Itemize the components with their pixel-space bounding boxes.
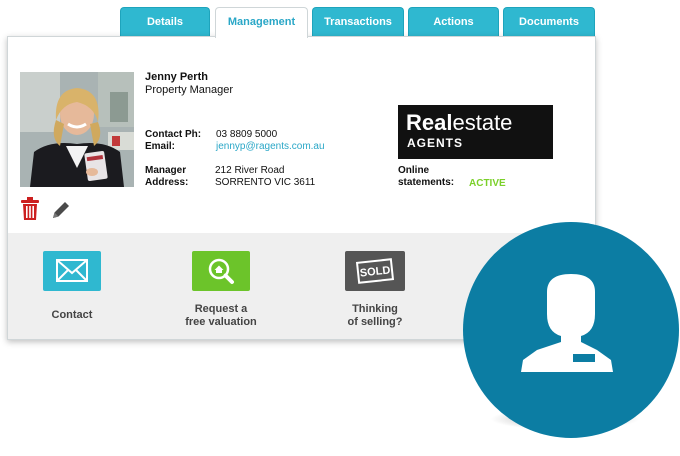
address-line2: SORRENTO VIC 3611	[215, 177, 316, 188]
tab-actions[interactable]: Actions	[408, 7, 499, 37]
user-icon	[521, 274, 613, 372]
email-link[interactable]: jennyp@ragents.com.au	[216, 141, 325, 153]
pencil-icon[interactable]	[50, 199, 72, 221]
contact-button[interactable]	[43, 251, 101, 291]
online-statements-label-line1: Online	[398, 165, 430, 176]
realestate-agents-logo: Realestate AGENTS	[398, 105, 553, 159]
thinking-label-line2: of selling?	[347, 316, 403, 328]
request-valuation-button[interactable]	[192, 251, 250, 291]
email-label: Email:	[145, 141, 176, 152]
sold-sign-icon: SOLD	[355, 258, 395, 284]
tab-transactions[interactable]: Transactions	[312, 7, 404, 37]
request-valuation-label-line2: free valuation	[185, 316, 257, 328]
thinking-label-line1: Thinking	[352, 303, 398, 315]
thinking-of-selling-button[interactable]: SOLD	[345, 251, 405, 291]
tab-details[interactable]: Details	[120, 7, 210, 37]
house-search-icon	[208, 258, 234, 284]
contact-phone-label: Contact Ph:	[145, 129, 202, 140]
agent-name: Jenny Perth	[145, 71, 208, 83]
status-badge: ACTIVE	[469, 178, 506, 189]
request-valuation-label-line1: Request a	[194, 303, 248, 315]
agent-photo	[20, 72, 134, 187]
tab-documents[interactable]: Documents	[503, 7, 595, 37]
svg-text:SOLD: SOLD	[359, 264, 391, 279]
online-statements-label-line2: statements:	[398, 177, 455, 188]
trash-icon[interactable]	[20, 197, 40, 221]
envelope-icon	[56, 259, 88, 282]
tab-management[interactable]: Management	[215, 7, 308, 38]
address-line1: 212 River Road	[215, 165, 285, 176]
contact-phone: 03 8809 5000	[216, 129, 278, 140]
manager-label: Manager	[145, 165, 187, 176]
contact-label: Contact	[51, 309, 93, 321]
user-badge-circle	[463, 222, 679, 438]
address-label: Address:	[145, 177, 189, 188]
agent-role: Property Manager	[145, 84, 234, 96]
